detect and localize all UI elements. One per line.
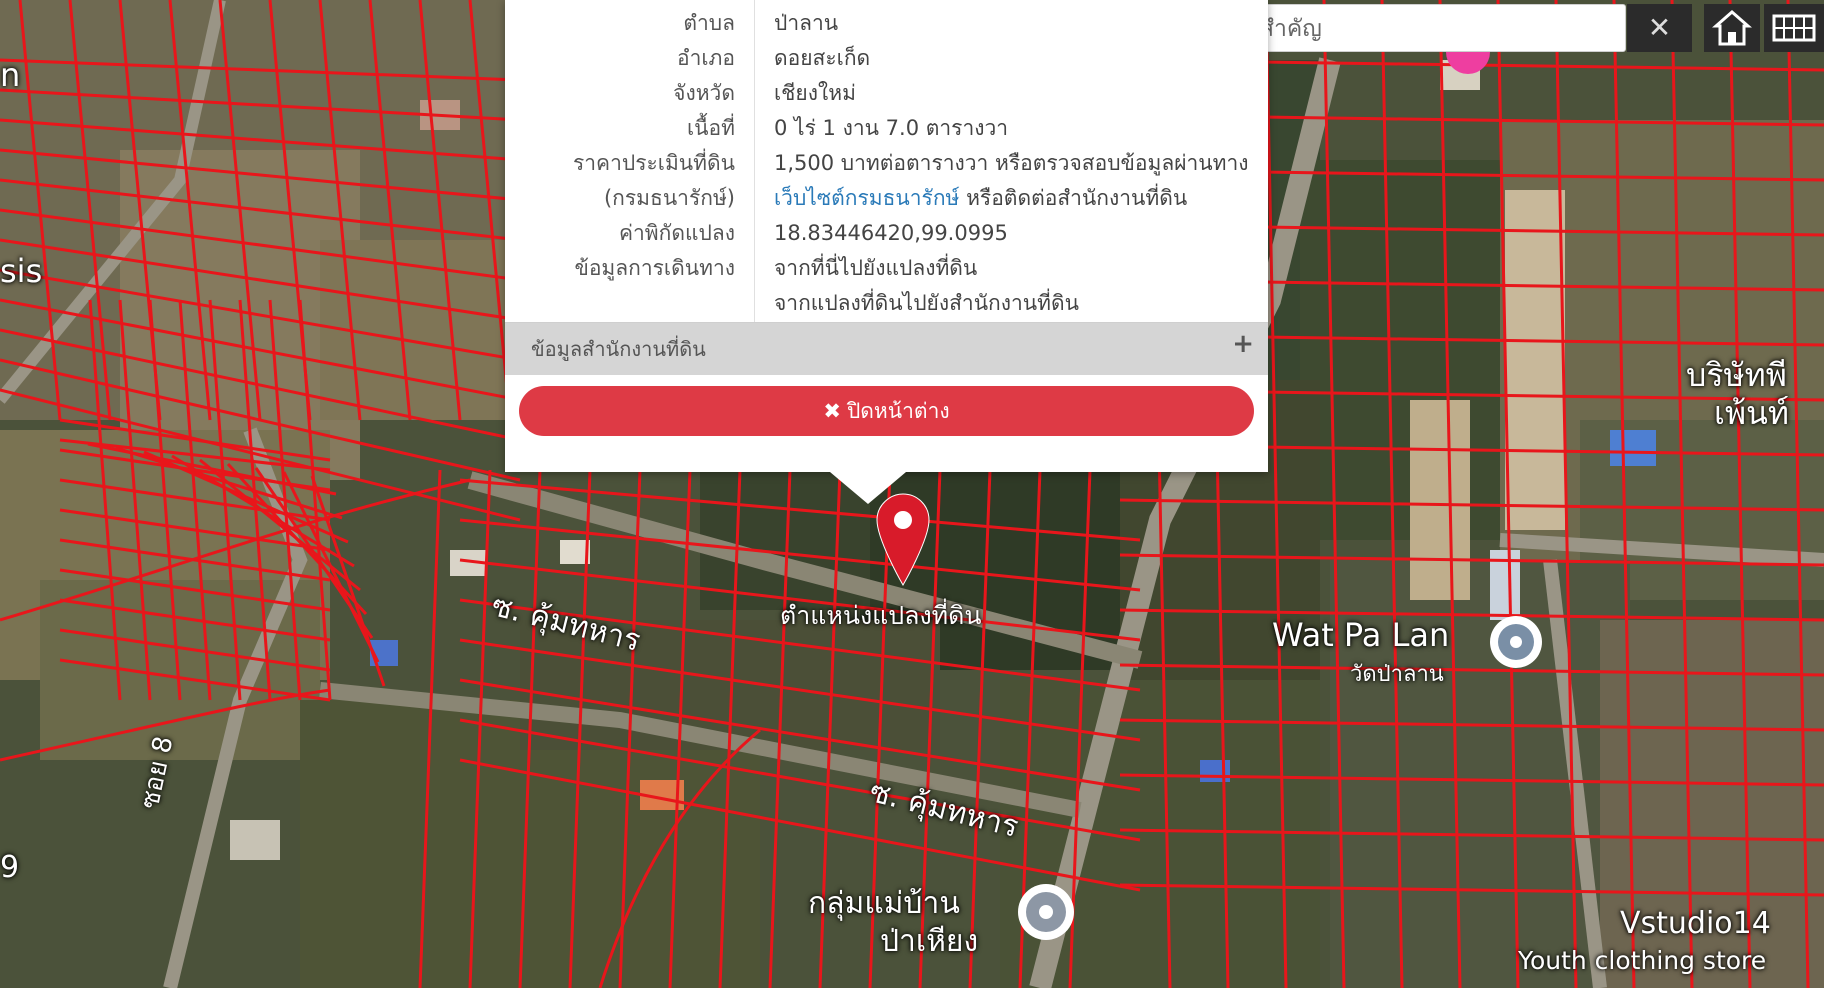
label-edge-9: 9 [0,850,20,885]
treasury-contact-text: หรือติดต่อสำนักงานที่ดิน [959,186,1188,210]
parcel-info-popup: ตำบล ป่าลาน อำเภอ ดอยสะเก็ด จังหวัด เชีย… [505,0,1268,504]
row-label: (กรมธนารักษ์) [603,186,735,210]
land-office-section-toggle[interactable]: ข้อมูลสำนักงานที่ดิน + [505,322,1268,375]
treasury-website-link[interactable]: เว็บไซต์กรมธนารักษ์ [774,186,959,210]
row-value: 0 ไร่ 1 งาน 7.0 ตารางวา [774,116,1009,140]
home-button[interactable] [1704,4,1760,52]
label-wat-pa-lan: Wat Pa Lan [1272,616,1450,654]
row-value: เว็บไซต์กรมธนารักษ์ หรือติดต่อสำนักงานที… [774,181,1264,216]
info-row-tambon: ตำบล ป่าลาน [505,6,1268,41]
close-window-button[interactable]: ✖ ปิดหน้าต่าง [519,386,1254,436]
info-row-appraisal: ราคาประเมินที่ดิน 1,500 บาทต่อตารางวา หร… [505,146,1268,181]
label-wat-pa-lan-th: วัดป่าลาน [1350,662,1444,687]
row-label: ราคาประเมินที่ดิน [572,151,735,175]
plus-icon[interactable]: + [1232,329,1254,359]
place-marker-icon[interactable] [1018,884,1074,940]
label-shop-2: Youth clothing store [1518,946,1767,975]
row-value: 1,500 บาทต่อตารางวา หรือตรวจสอบข้อมูลผ่า… [774,151,1249,175]
coordinates-link[interactable]: 18.83446420,99.0995 [774,216,1264,251]
label-marker-parcel: ตำแหน่งแปลงที่ดิน [780,601,982,630]
row-label: อำเภอ [676,46,735,70]
home-icon [1712,10,1752,46]
info-row-area: เนื้อที่ 0 ไร่ 1 งาน 7.0 ตารางวา [505,111,1268,146]
directions-to-parcel-link[interactable]: จากที่นี่ไปยังแปลงที่ดิน [774,251,1264,286]
label-edge-sis: sis [0,252,43,290]
directions-to-office-link[interactable]: จากแปลงที่ดินไปยังสำนักงานที่ดิน [774,286,1264,321]
row-value: เชียงใหม่ [774,81,856,105]
close-icon: ✖ [823,399,841,423]
row-label: จังหวัด [673,81,735,105]
grid-icon [1772,14,1816,42]
parcel-info-table: ตำบล ป่าลาน อำเภอ ดอยสะเก็ด จังหวัด เชีย… [505,0,1268,322]
row-value: ดอยสะเก็ด [774,46,871,70]
land-office-section-title: ข้อมูลสำนักงานที่ดิน [531,337,706,361]
row-value: ป่าลาน [774,11,839,35]
label-shop-1: Vstudio14 [1620,906,1771,941]
clear-search-button[interactable]: ✕ [1627,4,1692,52]
info-row-coordinates: ค่าพิกัดแปลง 18.83446420,99.0995 [505,216,1268,251]
label-company-2: เพ้นท์ [1714,394,1789,432]
info-row-directions-office: จากแปลงที่ดินไปยังสำนักงานที่ดิน [505,286,1268,321]
info-row-directions: ข้อมูลการเดินทาง จากที่นี่ไปยังแปลงที่ดิ… [505,251,1268,286]
row-label: ข้อมูลการเดินทาง [574,256,735,280]
row-label: ตำบล [683,11,735,35]
label-edge-n: n [0,56,21,94]
row-label: เนื้อที่ [687,116,735,140]
close-button-label: ปิดหน้าต่าง [846,399,950,423]
label-community-2: ป่าเหียง [880,924,979,959]
info-row-province: จังหวัด เชียงใหม่ [505,76,1268,111]
row-label: ค่าพิกัดแปลง [618,221,735,245]
info-row-treasury: (กรมธนารักษ์) เว็บไซต์กรมธนารักษ์ หรือติ… [505,181,1268,216]
layers-grid-button[interactable] [1764,4,1824,52]
info-row-amphoe: อำเภอ ดอยสะเก็ด [505,41,1268,76]
temple-marker-icon[interactable] [1490,616,1542,668]
